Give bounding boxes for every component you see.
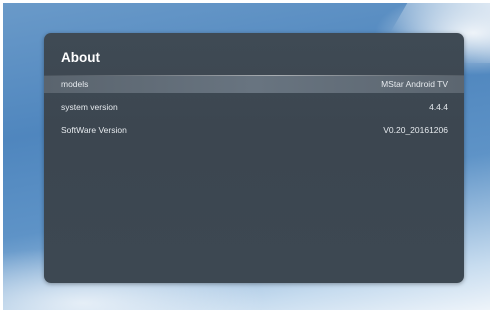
about-panel: About models MStar Android TV system ver… [44,33,464,283]
row-label-system-version: system version [61,102,118,112]
row-software-version[interactable]: SoftWare Version V0.20_20161206 [44,122,464,139]
row-value-models: MStar Android TV [381,79,448,89]
row-system-version[interactable]: system version 4.4.4 [44,99,464,116]
row-models[interactable]: models MStar Android TV [44,76,464,93]
row-label-models: models [61,79,89,89]
tv-screen: About models MStar Android TV system ver… [3,3,490,310]
row-label-software-version: SoftWare Version [61,125,127,135]
page-title: About [61,50,100,65]
row-value-software-version: V0.20_20161206 [383,125,448,135]
row-value-system-version: 4.4.4 [429,102,448,112]
